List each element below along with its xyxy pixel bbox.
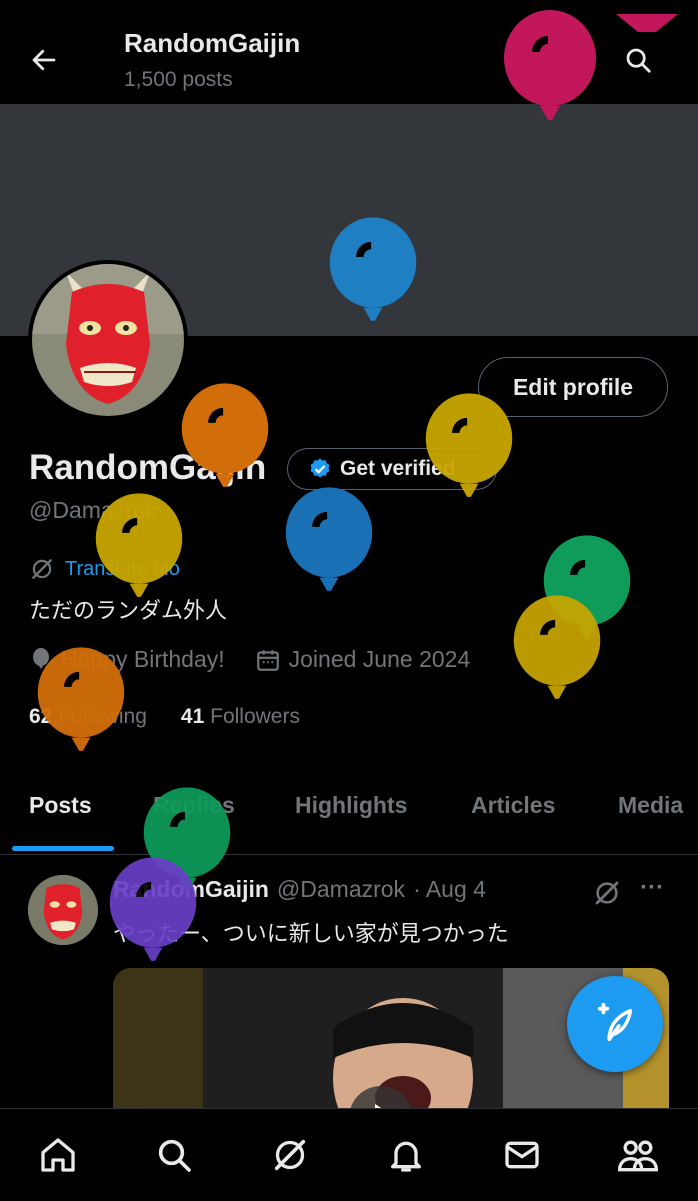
birthday-balloon [181, 383, 269, 487]
joined-date: Joined June 2024 [288, 646, 471, 672]
followers-count: 41 [180, 705, 205, 728]
oni-mask-image [32, 264, 184, 416]
back-button[interactable] [22, 38, 66, 82]
communities-icon [618, 1140, 658, 1172]
grok-icon [595, 881, 619, 905]
tab-media[interactable]: Media [618, 792, 683, 819]
birthday-balloon [37, 647, 125, 751]
birthday-balloon [285, 487, 373, 591]
profile-avatar[interactable] [28, 260, 188, 420]
post-author-handle[interactable]: @Damazrok [277, 876, 405, 903]
followers-link[interactable]: 41 Followers [181, 705, 300, 729]
back-arrow-icon [32, 49, 56, 71]
post-date[interactable]: · Aug 4 [413, 876, 486, 903]
birthday-balloon [504, 10, 596, 120]
tab-highlights[interactable]: Highlights [295, 792, 407, 819]
search-icon [158, 1139, 191, 1172]
bottom-nav [0, 1108, 698, 1201]
calendar-icon [256, 649, 279, 671]
nav-notifications[interactable] [384, 1133, 428, 1177]
notifications-icon [391, 1141, 421, 1172]
birthday-balloon [109, 857, 197, 961]
birthday-balloon [425, 393, 513, 497]
verified-badge-icon [310, 458, 330, 478]
followers-label: Followers [210, 705, 300, 728]
tab-articles[interactable]: Articles [471, 792, 555, 819]
grok-icon [32, 559, 52, 579]
nav-home[interactable] [36, 1133, 80, 1177]
nav-search[interactable] [152, 1133, 196, 1177]
nav-communities[interactable] [616, 1133, 660, 1177]
oni-mask-image [28, 875, 98, 945]
birthday-balloon [329, 217, 417, 321]
active-tab-indicator [12, 846, 114, 851]
birthday-balloon [616, 14, 678, 32]
post-count: 1,500 posts [124, 68, 233, 91]
compose-post-button[interactable] [567, 976, 663, 1072]
home-icon [41, 1138, 75, 1172]
grok-icon [274, 1139, 306, 1171]
messages-icon [505, 1141, 539, 1169]
search-button[interactable] [616, 38, 660, 82]
post-avatar[interactable] [28, 875, 98, 945]
search-icon [626, 48, 651, 73]
tab-posts[interactable]: Posts [29, 792, 92, 819]
birthday-balloon [513, 595, 601, 699]
profile-tabs: Posts Replies Highlights Articles Media [0, 770, 698, 855]
page-title: RandomGaijin [124, 28, 301, 58]
post-more-button[interactable]: ··· [640, 874, 664, 902]
compose-feather-icon [597, 1002, 633, 1042]
nav-grok[interactable] [268, 1133, 312, 1177]
nav-messages[interactable] [500, 1133, 544, 1177]
grok-button[interactable] [592, 878, 622, 913]
birthday-balloon [95, 493, 183, 597]
